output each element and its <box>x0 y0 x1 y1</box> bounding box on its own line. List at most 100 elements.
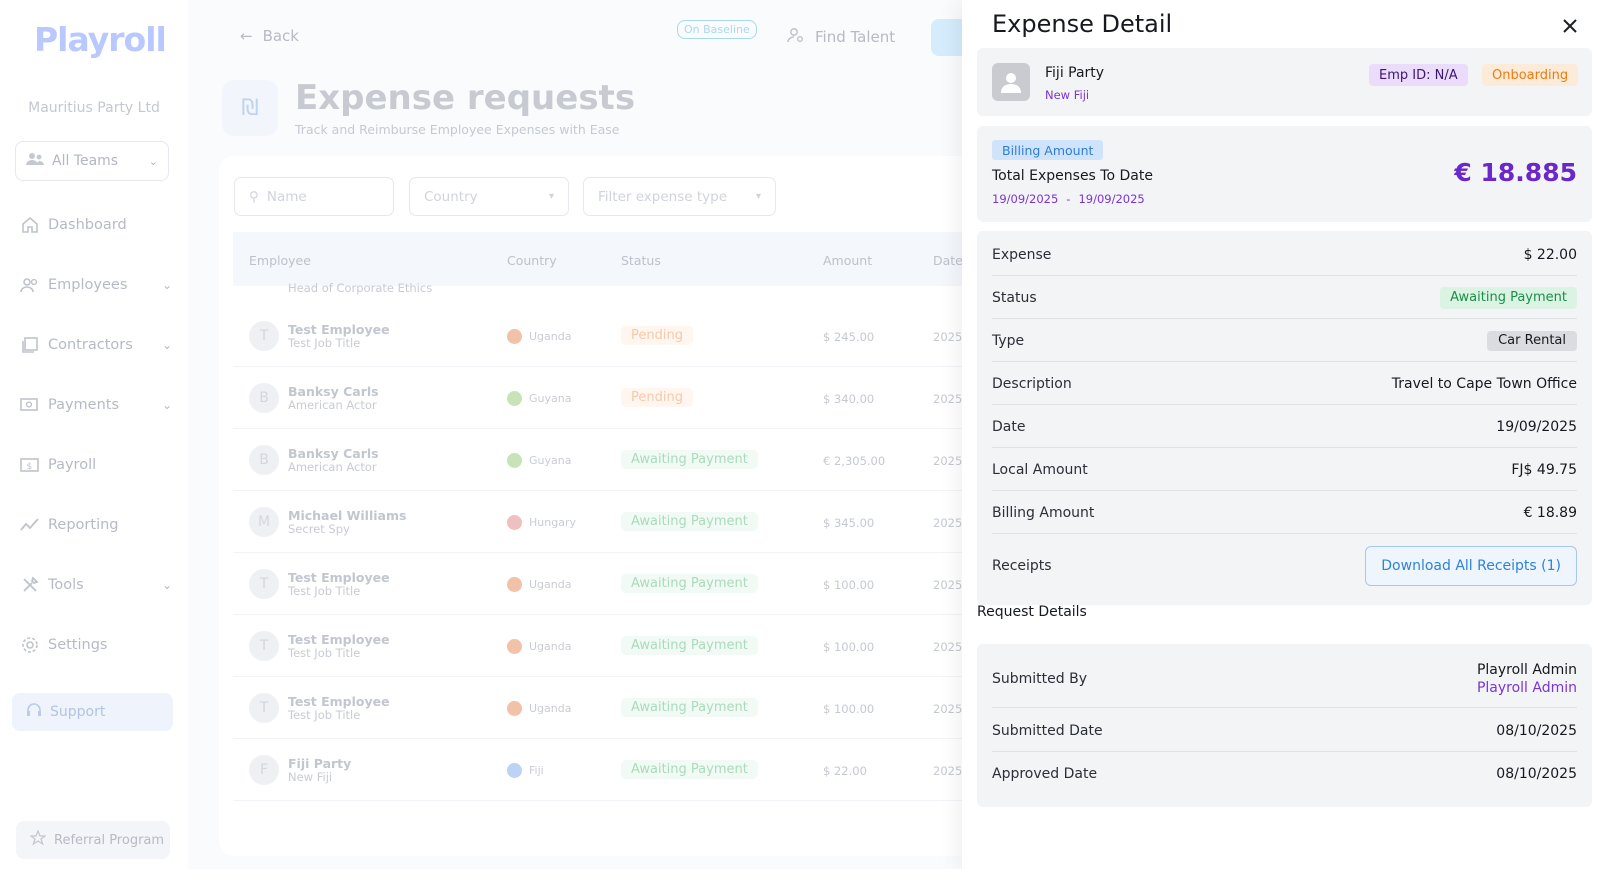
submitted-date-value: 08/10/2025 <box>1496 722 1577 739</box>
sidebar-item-label: Employees <box>48 277 128 293</box>
date-range: 19/09/2025 - 19/09/2025 <box>992 192 1145 206</box>
partial-row-job-title: Head of Corporate Ethics <box>288 281 433 295</box>
country-name: Hungary <box>529 516 576 529</box>
payments-icon <box>20 395 40 415</box>
status-badge: Awaiting Payment <box>621 698 758 717</box>
column-header-date[interactable]: Date <box>933 253 963 268</box>
avatar: T <box>249 631 279 661</box>
sidebar-item-contractors[interactable]: Contractors ⌄ <box>20 333 172 357</box>
name-search-placeholder: Name <box>266 188 307 205</box>
table-row[interactable]: T Test Employee Test Job Title Uganda Pendin… <box>233 305 999 367</box>
onboarding-status-badge: Onboarding <box>1482 64 1579 86</box>
avatar: B <box>249 445 279 475</box>
date: 2025 <box>933 392 963 406</box>
employee-name: Banksy Carls <box>288 384 379 399</box>
amount: $ 340.00 <box>823 392 875 406</box>
baseline-badge: On Baseline <box>677 20 757 39</box>
chevron-down-icon: ⌄ <box>161 578 172 592</box>
status-badge: Awaiting Payment <box>1440 286 1577 309</box>
table-row[interactable]: M Michael Williams Secret Spy Hungary Awaiti… <box>233 491 999 553</box>
avatar <box>992 63 1030 101</box>
detail-row-receipts: Receipts Download All Receipts (1) <box>992 535 1577 597</box>
expense-detail-drawer: Expense Detail Fiji Party New Fiji Emp I… <box>962 0 1600 869</box>
column-header-amount[interactable]: Amount <box>823 253 872 268</box>
back-link[interactable]: ← Back <box>240 27 299 45</box>
employee-name: Banksy Carls <box>288 446 379 461</box>
back-label: Back <box>262 27 299 45</box>
referral-program-button[interactable]: Referral Program <box>16 821 170 859</box>
teams-select-label: All Teams <box>52 153 119 169</box>
country-name: Guyana <box>529 454 572 467</box>
find-talent-link[interactable]: Find Talent <box>787 27 895 47</box>
page-title: Expense requests <box>295 78 636 118</box>
detail-label: Local Amount <box>992 461 1088 478</box>
status-badge: Awaiting Payment <box>621 636 758 655</box>
find-talent-label: Find Talent <box>815 28 896 46</box>
detail-label: Submitted By <box>992 670 1087 687</box>
chevron-down-icon: ⌄ <box>161 278 172 292</box>
column-header-status[interactable]: Status <box>621 253 661 268</box>
close-button[interactable] <box>1558 14 1582 38</box>
total-expenses-value: € 18.885 <box>1454 158 1577 187</box>
country-flag-icon <box>507 763 522 778</box>
amount: $ 245.00 <box>823 330 875 344</box>
home-icon <box>20 215 40 235</box>
column-header-country[interactable]: Country <box>507 253 557 268</box>
employee-name: Fiji Party <box>1045 65 1105 81</box>
country-flag-icon <box>507 453 522 468</box>
date: 2025 <box>933 764 963 778</box>
sidebar-item-employees[interactable]: Employees ⌄ <box>20 273 172 297</box>
detail-row-status: Status Awaiting Payment <box>992 277 1577 319</box>
expense-value: $ 22.00 <box>1523 246 1577 263</box>
logo: Playroll <box>34 20 167 59</box>
sidebar-item-dashboard[interactable]: Dashboard <box>20 213 172 237</box>
status-badge: Awaiting Payment <box>621 760 758 779</box>
detail-label: Submitted Date <box>992 722 1103 739</box>
name-search-input[interactable]: ⚲ Name <box>234 177 394 216</box>
svg-text:$: $ <box>27 462 33 472</box>
avatar: T <box>249 693 279 723</box>
drawer-title: Expense Detail <box>992 10 1173 38</box>
team-icon <box>26 152 44 170</box>
table-row[interactable]: B Banksy Carls American Actor Guyana Awaitin… <box>233 429 999 491</box>
company-name: Mauritius Party Ltd <box>28 100 160 116</box>
employee-name: Test Employee <box>288 570 390 585</box>
users-icon <box>20 275 40 295</box>
country-name: Guyana <box>529 392 572 405</box>
employee-name: Test Employee <box>288 632 390 647</box>
sidebar-item-reporting[interactable]: Reporting <box>20 513 172 537</box>
sidebar-item-label: Settings <box>48 637 108 653</box>
table-row[interactable]: T Test Employee Test Job Title Uganda Awaiti… <box>233 615 999 677</box>
sidebar-item-payments[interactable]: Payments ⌄ <box>20 393 172 417</box>
job-title: New Fiji <box>288 770 333 784</box>
table-row[interactable]: F Fiji Party New Fiji Fiji Awaiting Payment $… <box>233 739 999 801</box>
country-filter-select[interactable]: Country ▾ <box>409 177 569 216</box>
chart-line-icon <box>20 515 40 535</box>
chevron-down-icon: ▾ <box>548 191 554 202</box>
chevron-down-icon: ▾ <box>755 191 761 202</box>
column-header-employee[interactable]: Employee <box>249 253 311 268</box>
download-receipts-button[interactable]: Download All Receipts (1) <box>1365 546 1577 586</box>
table-row[interactable]: B Banksy Carls American Actor Guyana Pending… <box>233 367 999 429</box>
user-icon <box>1001 73 1021 93</box>
country-name: Uganda <box>529 640 572 653</box>
teams-select[interactable]: All Teams ⌄ <box>15 141 169 181</box>
billing-summary-card: Billing Amount Total Expenses To Date 19… <box>977 126 1592 222</box>
support-button[interactable]: Support <box>12 693 173 731</box>
table-row[interactable]: T Test Employee Test Job Title Uganda Awaiti… <box>233 677 999 739</box>
detail-label: Receipts <box>992 558 1052 574</box>
user-search-icon <box>787 27 805 47</box>
status-badge: Pending <box>621 388 693 407</box>
table-row[interactable]: T Test Employee Test Job Title Uganda Awaiti… <box>233 553 999 615</box>
sidebar-item-settings[interactable]: Settings <box>20 633 172 657</box>
status-badge: Awaiting Payment <box>621 450 758 469</box>
sidebar-item-tools[interactable]: Tools ⌄ <box>20 573 172 597</box>
expense-type-filter-select[interactable]: Filter expense type ▾ <box>583 177 776 216</box>
sidebar-item-payroll[interactable]: $ Payroll <box>20 453 172 477</box>
sidebar-item-label: Payments <box>48 397 120 413</box>
detail-label: Expense <box>992 246 1052 263</box>
star-icon <box>29 829 47 850</box>
expense-icon: ₪ <box>222 80 278 136</box>
detail-label: Billing Amount <box>992 504 1095 521</box>
detail-row-expense: Expense $ 22.00 <box>992 234 1577 276</box>
